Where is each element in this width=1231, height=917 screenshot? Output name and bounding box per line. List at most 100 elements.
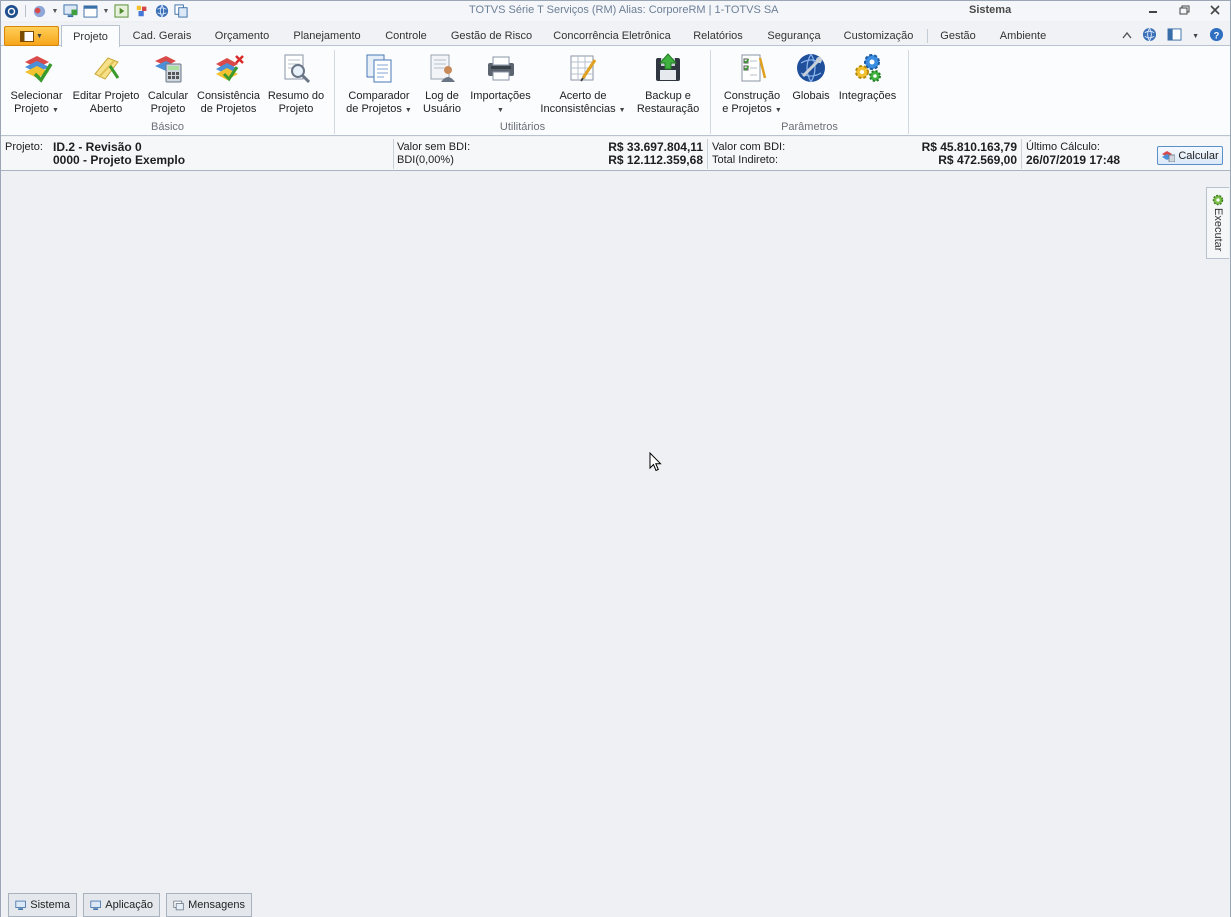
- collapse-ribbon-icon[interactable]: [1122, 30, 1132, 42]
- project-summary-icon: [279, 50, 313, 86]
- window-title: TOTVS Série T Serviços (RM) Alias: Corpo…: [469, 4, 779, 16]
- monitor-icon: [90, 900, 101, 910]
- button-label: Consistência: [197, 90, 260, 102]
- globe-icon[interactable]: [153, 3, 170, 20]
- sistema-taskbar-button[interactable]: Sistema: [8, 893, 77, 917]
- main-window: ▼ ▼ TOTVS Série T Serviços (RM) Alias: C…: [0, 0, 1231, 917]
- button-label: Editar Projeto: [72, 90, 140, 102]
- valor-sem-bdi-value: R$ 33.697.804,11: [608, 140, 703, 154]
- ribbon-panel: Selecionar Projeto ▼ Editar Projeto Aber…: [1, 46, 1230, 136]
- chevron-down-icon[interactable]: ▼: [102, 8, 110, 15]
- executar-side-tab[interactable]: Executar: [1206, 187, 1229, 259]
- application-menu-button[interactable]: ▼: [4, 26, 59, 46]
- group-label: Básico: [150, 121, 185, 133]
- button-label: Importações: [470, 90, 531, 102]
- tab-orcamento[interactable]: Orçamento: [206, 27, 278, 46]
- editar-projeto-aberto-button[interactable]: Editar Projeto Aberto: [70, 50, 142, 116]
- tab-customizacao[interactable]: Customização: [837, 27, 920, 46]
- globe-icon[interactable]: [1142, 27, 1157, 45]
- ribbon-group-utilitarios: Comparador de Projetos ▼ Log de Usuário …: [335, 46, 710, 135]
- button-label: Aberto: [89, 103, 123, 115]
- palette-icon[interactable]: [133, 3, 150, 20]
- button-label: Resumo do: [267, 90, 325, 102]
- tab-gestao[interactable]: Gestão: [933, 27, 983, 46]
- aplicacao-taskbar-button[interactable]: Aplicação: [83, 893, 160, 917]
- tab-projeto[interactable]: Projeto: [61, 25, 120, 47]
- project-label: Projeto:: [5, 141, 43, 153]
- totvs-logo-icon[interactable]: [3, 3, 20, 20]
- monitor-icon[interactable]: [62, 3, 79, 20]
- log-de-usuario-button[interactable]: Log de Usuário: [420, 50, 464, 116]
- button-label: Comparador: [348, 90, 410, 102]
- integracoes-button[interactable]: Integrações: [836, 50, 899, 103]
- button-label: ▼: [497, 103, 504, 117]
- run-icon[interactable]: [113, 3, 130, 20]
- button-label: Usuário: [423, 103, 461, 115]
- backup-e-restauracao-button[interactable]: Backup e Restauração: [635, 50, 701, 116]
- quick-access-toolbar: ▼ ▼: [1, 1, 190, 21]
- calculate-project-icon: [151, 50, 185, 86]
- button-label: e Projetos ▼: [722, 103, 782, 115]
- valor-com-bdi-value: R$ 45.810.163,79: [921, 140, 1017, 154]
- globe-icon: [794, 50, 828, 86]
- tab-ambiente[interactable]: Ambiente: [991, 27, 1055, 46]
- tab-cad-gerais[interactable]: Cad. Gerais: [123, 27, 201, 46]
- project-info-bar: Projeto: ID.2 - Revisão 0 0000 - Projeto…: [1, 137, 1230, 171]
- valor-com-bdi-label: Valor com BDI:: [712, 141, 786, 153]
- calcular-button[interactable]: Calcular: [1157, 146, 1223, 165]
- button-label: Projeto: [150, 103, 186, 115]
- tab-relatorios[interactable]: Relatórios: [685, 27, 751, 46]
- resumo-do-projeto-button[interactable]: Resumo do Projeto: [266, 50, 326, 116]
- mouse-cursor-icon: [649, 451, 663, 475]
- message-icon: [173, 900, 184, 910]
- gears-icon: [851, 50, 885, 86]
- restore-icon[interactable]: [1175, 2, 1193, 18]
- layout-icon[interactable]: [1167, 28, 1182, 44]
- chevron-down-icon[interactable]: ▼: [51, 8, 59, 15]
- status-bar: Sistema Aplicação Mensagens: [1, 891, 1230, 917]
- import-icon: [484, 50, 518, 86]
- close-icon[interactable]: [1206, 2, 1224, 18]
- user-log-icon: [425, 50, 459, 86]
- button-label: Log de: [425, 90, 459, 102]
- group-separator: [908, 50, 909, 134]
- tab-concorrencia-eletronica[interactable]: Concorrência Eletrônica: [547, 27, 677, 46]
- construction-icon: [735, 50, 769, 86]
- consistencia-de-projetos-button[interactable]: Consistência de Projetos: [196, 50, 261, 116]
- tab-controle[interactable]: Controle: [376, 27, 436, 46]
- connection-icon[interactable]: [31, 3, 48, 20]
- ultimo-calculo-value: 26/07/2019 17:48: [1026, 153, 1121, 167]
- comparador-de-projetos-button[interactable]: Comparador de Projetos ▼: [344, 50, 414, 117]
- calculator-icon: [1162, 150, 1176, 162]
- info-separator: [1021, 139, 1022, 169]
- chevron-down-icon: ▼: [497, 107, 504, 114]
- globais-button[interactable]: Globais: [790, 50, 832, 103]
- calcular-projeto-button[interactable]: Calcular Projeto: [146, 50, 190, 116]
- button-label: Backup e: [645, 90, 691, 102]
- tab-seguranca[interactable]: Segurança: [759, 27, 829, 46]
- ribbon-group-parametros: Construção e Projetos ▼ Globais Integraç…: [711, 46, 908, 135]
- ribbon-group-basico: Selecionar Projeto ▼ Editar Projeto Aber…: [1, 46, 334, 135]
- importacoes-button[interactable]: Importações ▼: [468, 50, 533, 117]
- copy-window-icon[interactable]: [173, 3, 190, 20]
- project-id: ID.2 - Revisão 0: [53, 140, 142, 154]
- workspace-area: [2, 172, 1229, 890]
- construcao-e-projetos-button[interactable]: Construção e Projetos ▼: [721, 50, 783, 117]
- chevron-down-icon: ▼: [404, 107, 412, 114]
- button-label: de Projetos: [200, 103, 257, 115]
- monitor-icon: [15, 900, 26, 910]
- acerto-de-inconsistencias-button[interactable]: Acerto de Inconsistências ▼: [540, 50, 626, 117]
- tab-planejamento[interactable]: Planejamento: [284, 27, 370, 46]
- mensagens-taskbar-button[interactable]: Mensagens: [166, 893, 252, 917]
- button-label: Globais: [792, 90, 830, 102]
- edit-project-icon: [89, 50, 123, 86]
- button-label: Inconsistências ▼: [540, 103, 626, 115]
- window-icon[interactable]: [82, 3, 99, 20]
- help-icon[interactable]: ?: [1209, 27, 1224, 45]
- ribbon-options: ▼ ?: [1122, 27, 1224, 45]
- selecionar-projeto-button[interactable]: Selecionar Projeto ▼: [9, 50, 64, 117]
- chevron-down-icon: ▼: [774, 107, 782, 114]
- minimize-icon[interactable]: [1144, 2, 1162, 18]
- tab-gestao-de-risco[interactable]: Gestão de Risco: [444, 27, 539, 46]
- chevron-down-icon[interactable]: ▼: [1192, 33, 1199, 40]
